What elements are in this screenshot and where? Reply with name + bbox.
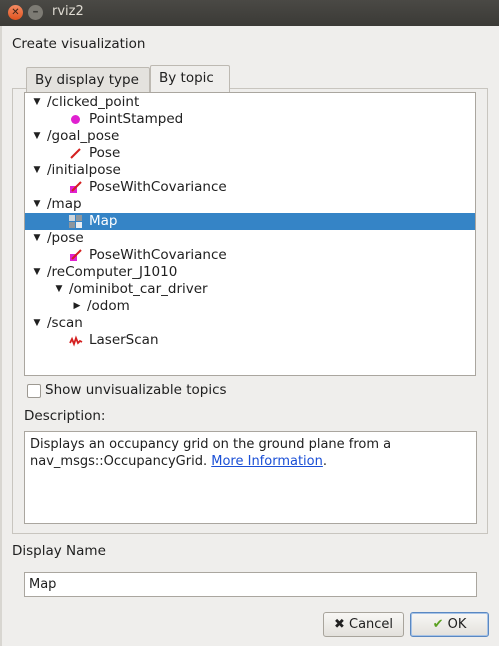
- ok-button-label: OK: [447, 617, 467, 632]
- tree-row[interactable]: ▼/scan: [25, 315, 475, 332]
- pose-with-covariance-icon: [69, 249, 82, 262]
- description-suffix: .: [322, 454, 328, 469]
- create-visualization-label: Create visualization: [12, 36, 146, 52]
- expanded-arrow-icon[interactable]: ▼: [31, 196, 43, 213]
- description-box: Displays an occupancy grid on the ground…: [24, 431, 477, 524]
- tree-row-label: PointStamped: [89, 111, 184, 127]
- cancel-button-label: Cancel: [349, 617, 394, 632]
- tree-row-label: Map: [89, 213, 118, 229]
- tree-row-label: /pose: [47, 230, 84, 246]
- tree-row-label: /scan: [47, 315, 83, 331]
- tree-row-label: PoseWithCovariance: [89, 247, 227, 263]
- tree-row[interactable]: ▼/map: [25, 196, 475, 213]
- tree-row[interactable]: LaserScan: [25, 332, 475, 349]
- title-bar: ✕ – rviz2: [0, 0, 499, 26]
- map-icon: [69, 215, 82, 228]
- display-name-label: Display Name: [12, 543, 106, 559]
- tree-row-label: /reComputer_J1010: [47, 264, 178, 280]
- expanded-arrow-icon[interactable]: ▼: [31, 128, 43, 145]
- pose-icon: [69, 147, 82, 160]
- expanded-arrow-icon[interactable]: ▼: [31, 264, 43, 281]
- description-label: Description:: [24, 408, 106, 424]
- topic-tree[interactable]: ▼/clicked_point PointStamped ▼/goal_pose Po…: [24, 92, 476, 376]
- laser-scan-icon: [69, 334, 83, 347]
- tree-row-label: PoseWithCovariance: [89, 179, 227, 195]
- tree-row[interactable]: ▶/odom: [25, 298, 475, 315]
- tree-row[interactable]: PointStamped: [25, 111, 475, 128]
- tree-row-label: /map: [47, 196, 82, 212]
- tree-row[interactable]: ▼/reComputer_J1010: [25, 264, 475, 281]
- ok-button[interactable]: ✔ OK: [410, 612, 489, 637]
- expanded-arrow-icon[interactable]: ▼: [31, 94, 43, 111]
- tree-row[interactable]: ▼/ominibot_car_driver: [25, 281, 475, 298]
- expanded-arrow-icon[interactable]: ▼: [31, 315, 43, 332]
- tree-row-label: /odom: [87, 298, 130, 314]
- ok-icon: ✔: [432, 617, 444, 632]
- cancel-icon: ✖: [333, 617, 345, 632]
- tree-row[interactable]: Pose: [25, 145, 475, 162]
- tree-row-label: /clicked_point: [47, 94, 140, 110]
- tree-row[interactable]: PoseWithCovariance: [25, 247, 475, 264]
- more-information-link[interactable]: More Information: [211, 454, 323, 469]
- tree-row-label: /initialpose: [47, 162, 121, 178]
- tab-by-topic[interactable]: By topic: [150, 65, 230, 93]
- point-stamped-icon: [69, 113, 82, 126]
- expanded-arrow-icon[interactable]: ▼: [31, 162, 43, 179]
- minimize-window-button[interactable]: –: [28, 5, 43, 20]
- tree-row[interactable]: PoseWithCovariance: [25, 179, 475, 196]
- cancel-button[interactable]: ✖ Cancel: [323, 612, 404, 637]
- collapsed-arrow-icon[interactable]: ▶: [71, 298, 83, 315]
- tree-row[interactable]: ▼/clicked_point: [25, 94, 475, 111]
- tree-row[interactable]: ▼/goal_pose: [25, 128, 475, 145]
- show-unvisualizable-checkbox[interactable]: [27, 384, 41, 398]
- tree-row[interactable]: ▼/pose: [25, 230, 475, 247]
- expanded-arrow-icon[interactable]: ▼: [53, 281, 65, 298]
- tree-row[interactable]: ▼/initialpose: [25, 162, 475, 179]
- pose-with-covariance-icon: [69, 181, 82, 194]
- window-title: rviz2: [52, 4, 84, 19]
- close-window-button[interactable]: ✕: [8, 5, 23, 20]
- show-unvisualizable-label: Show unvisualizable topics: [45, 382, 227, 398]
- tab-by-display-type[interactable]: By display type: [26, 67, 150, 93]
- tree-row-label: LaserScan: [89, 332, 159, 348]
- tree-row-label: /goal_pose: [47, 128, 120, 144]
- display-name-input[interactable]: [24, 572, 477, 597]
- tree-row-label: Pose: [89, 145, 121, 161]
- expanded-arrow-icon[interactable]: ▼: [31, 230, 43, 247]
- tree-row[interactable]: Map: [25, 213, 475, 230]
- tree-row-label: /ominibot_car_driver: [69, 281, 208, 297]
- window-edge: [0, 26, 2, 646]
